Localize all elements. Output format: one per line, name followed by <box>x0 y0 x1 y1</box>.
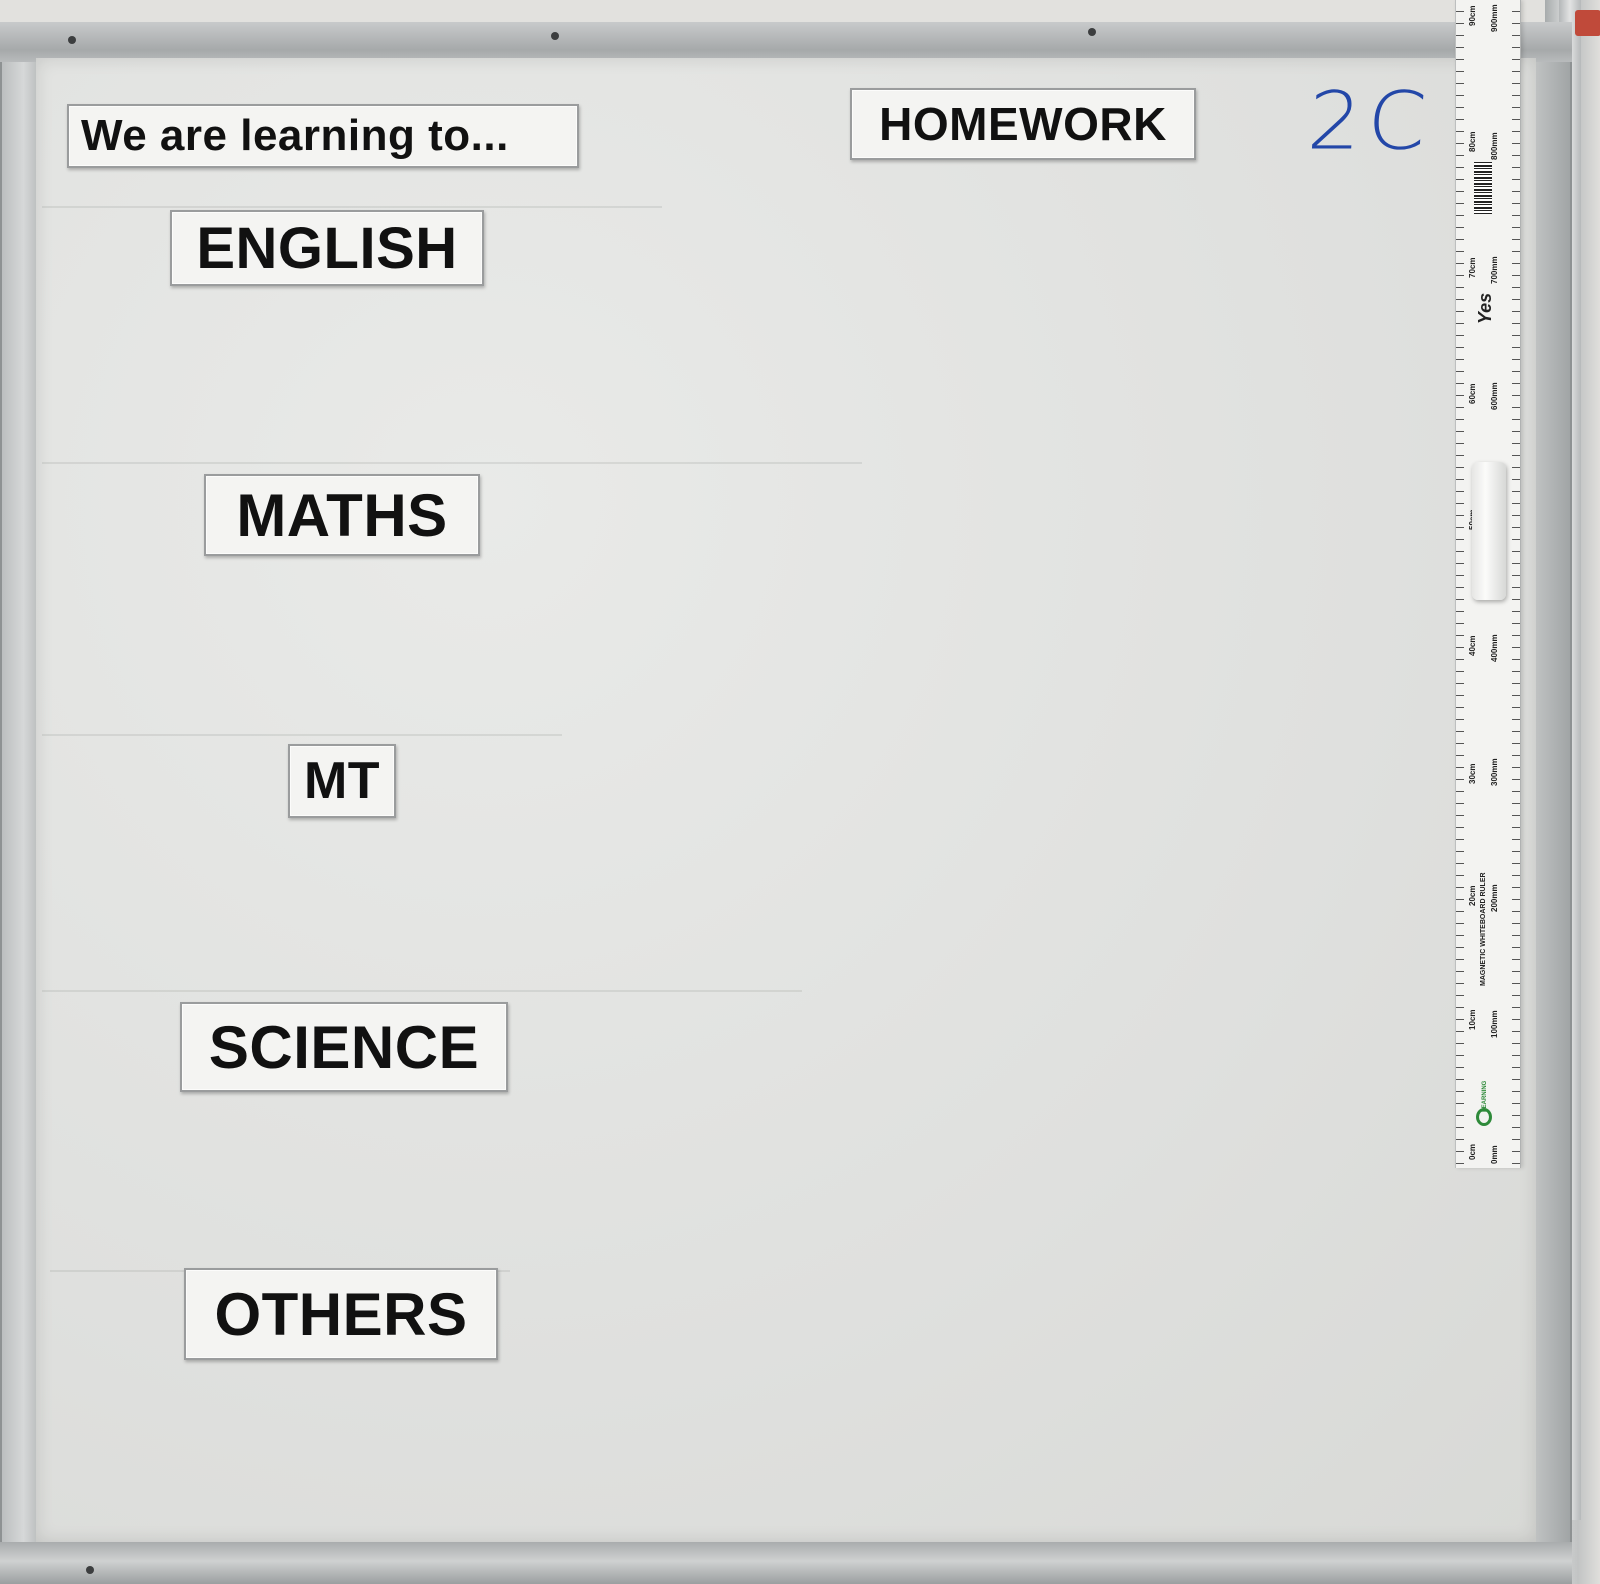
faint-guide-line <box>42 462 862 464</box>
ruler-cm-label: 40cm <box>1468 635 1477 656</box>
subject-label-mt: MT <box>303 752 381 810</box>
learning-logo-icon <box>1476 1108 1492 1126</box>
ruler-mm-label: 100mm <box>1490 1010 1499 1038</box>
faint-guide-line <box>42 734 562 736</box>
subject-card-english: ENGLISH <box>170 210 484 286</box>
ruler-handle <box>1472 462 1506 600</box>
homework-heading-card: HOMEWORK <box>850 88 1196 160</box>
ruler-mm-label: 200mm <box>1490 884 1499 912</box>
ruler-mm-label: 700mm <box>1490 256 1499 284</box>
subject-label-science: SCIENCE <box>208 1013 480 1081</box>
red-sticker <box>1575 10 1600 36</box>
ruler-cm-label: 30cm <box>1468 763 1477 784</box>
ruler-title: MAGNETIC WHITEBOARD RULER <box>1480 872 1487 986</box>
ruler-mm-label: 0mm <box>1490 1145 1499 1164</box>
subject-label-others: OTHERS <box>214 1280 468 1348</box>
frame-screw <box>86 1566 94 1574</box>
faint-guide-line <box>42 990 802 992</box>
objective-heading-card: We are learning to... <box>67 104 579 168</box>
barcode-icon <box>1474 162 1492 214</box>
ruler-mm-label: 800mm <box>1490 132 1499 160</box>
ruler-mm-label: 400mm <box>1490 634 1499 662</box>
frame-screw <box>551 32 559 40</box>
subject-card-others: OTHERS <box>184 1268 498 1360</box>
subject-card-mt: MT <box>288 744 396 818</box>
frame-screw <box>68 36 76 44</box>
subject-label-maths: MATHS <box>236 481 448 549</box>
ruler-cm-label: 60cm <box>1468 383 1477 404</box>
ruler-mm-label: 900mm <box>1490 4 1499 32</box>
ruler-cm-label: 0cm <box>1468 1143 1477 1160</box>
frame-screw <box>1088 28 1096 36</box>
faint-guide-line <box>42 206 662 208</box>
class-label-handwriting: 2C <box>1304 74 1436 168</box>
subject-card-maths: MATHS <box>204 474 480 556</box>
ruler-cm-label: 20cm <box>1468 885 1477 906</box>
objective-heading-text: We are learning to... <box>81 111 509 160</box>
ruler-cm-label: 10cm <box>1468 1009 1477 1030</box>
ruler-cm-label: 80cm <box>1468 131 1477 152</box>
classroom-whiteboard-photo: We are learning to... HOMEWORK 2C ENGLIS… <box>0 0 1600 1584</box>
ruler-mm-label: 600mm <box>1490 382 1499 410</box>
subject-label-english: ENGLISH <box>196 215 458 281</box>
yes-logo: Yes <box>1475 292 1496 325</box>
ruler-cm-label: 90cm <box>1468 5 1477 26</box>
whiteboard-bottom-rail <box>0 1542 1572 1584</box>
ruler-mm-label: 300mm <box>1490 758 1499 786</box>
subject-card-science: SCIENCE <box>180 1002 508 1092</box>
ruler-cm-label: 70cm <box>1468 257 1477 278</box>
homework-heading-text: HOMEWORK <box>879 98 1167 150</box>
whiteboard-top-rail <box>0 22 1572 62</box>
